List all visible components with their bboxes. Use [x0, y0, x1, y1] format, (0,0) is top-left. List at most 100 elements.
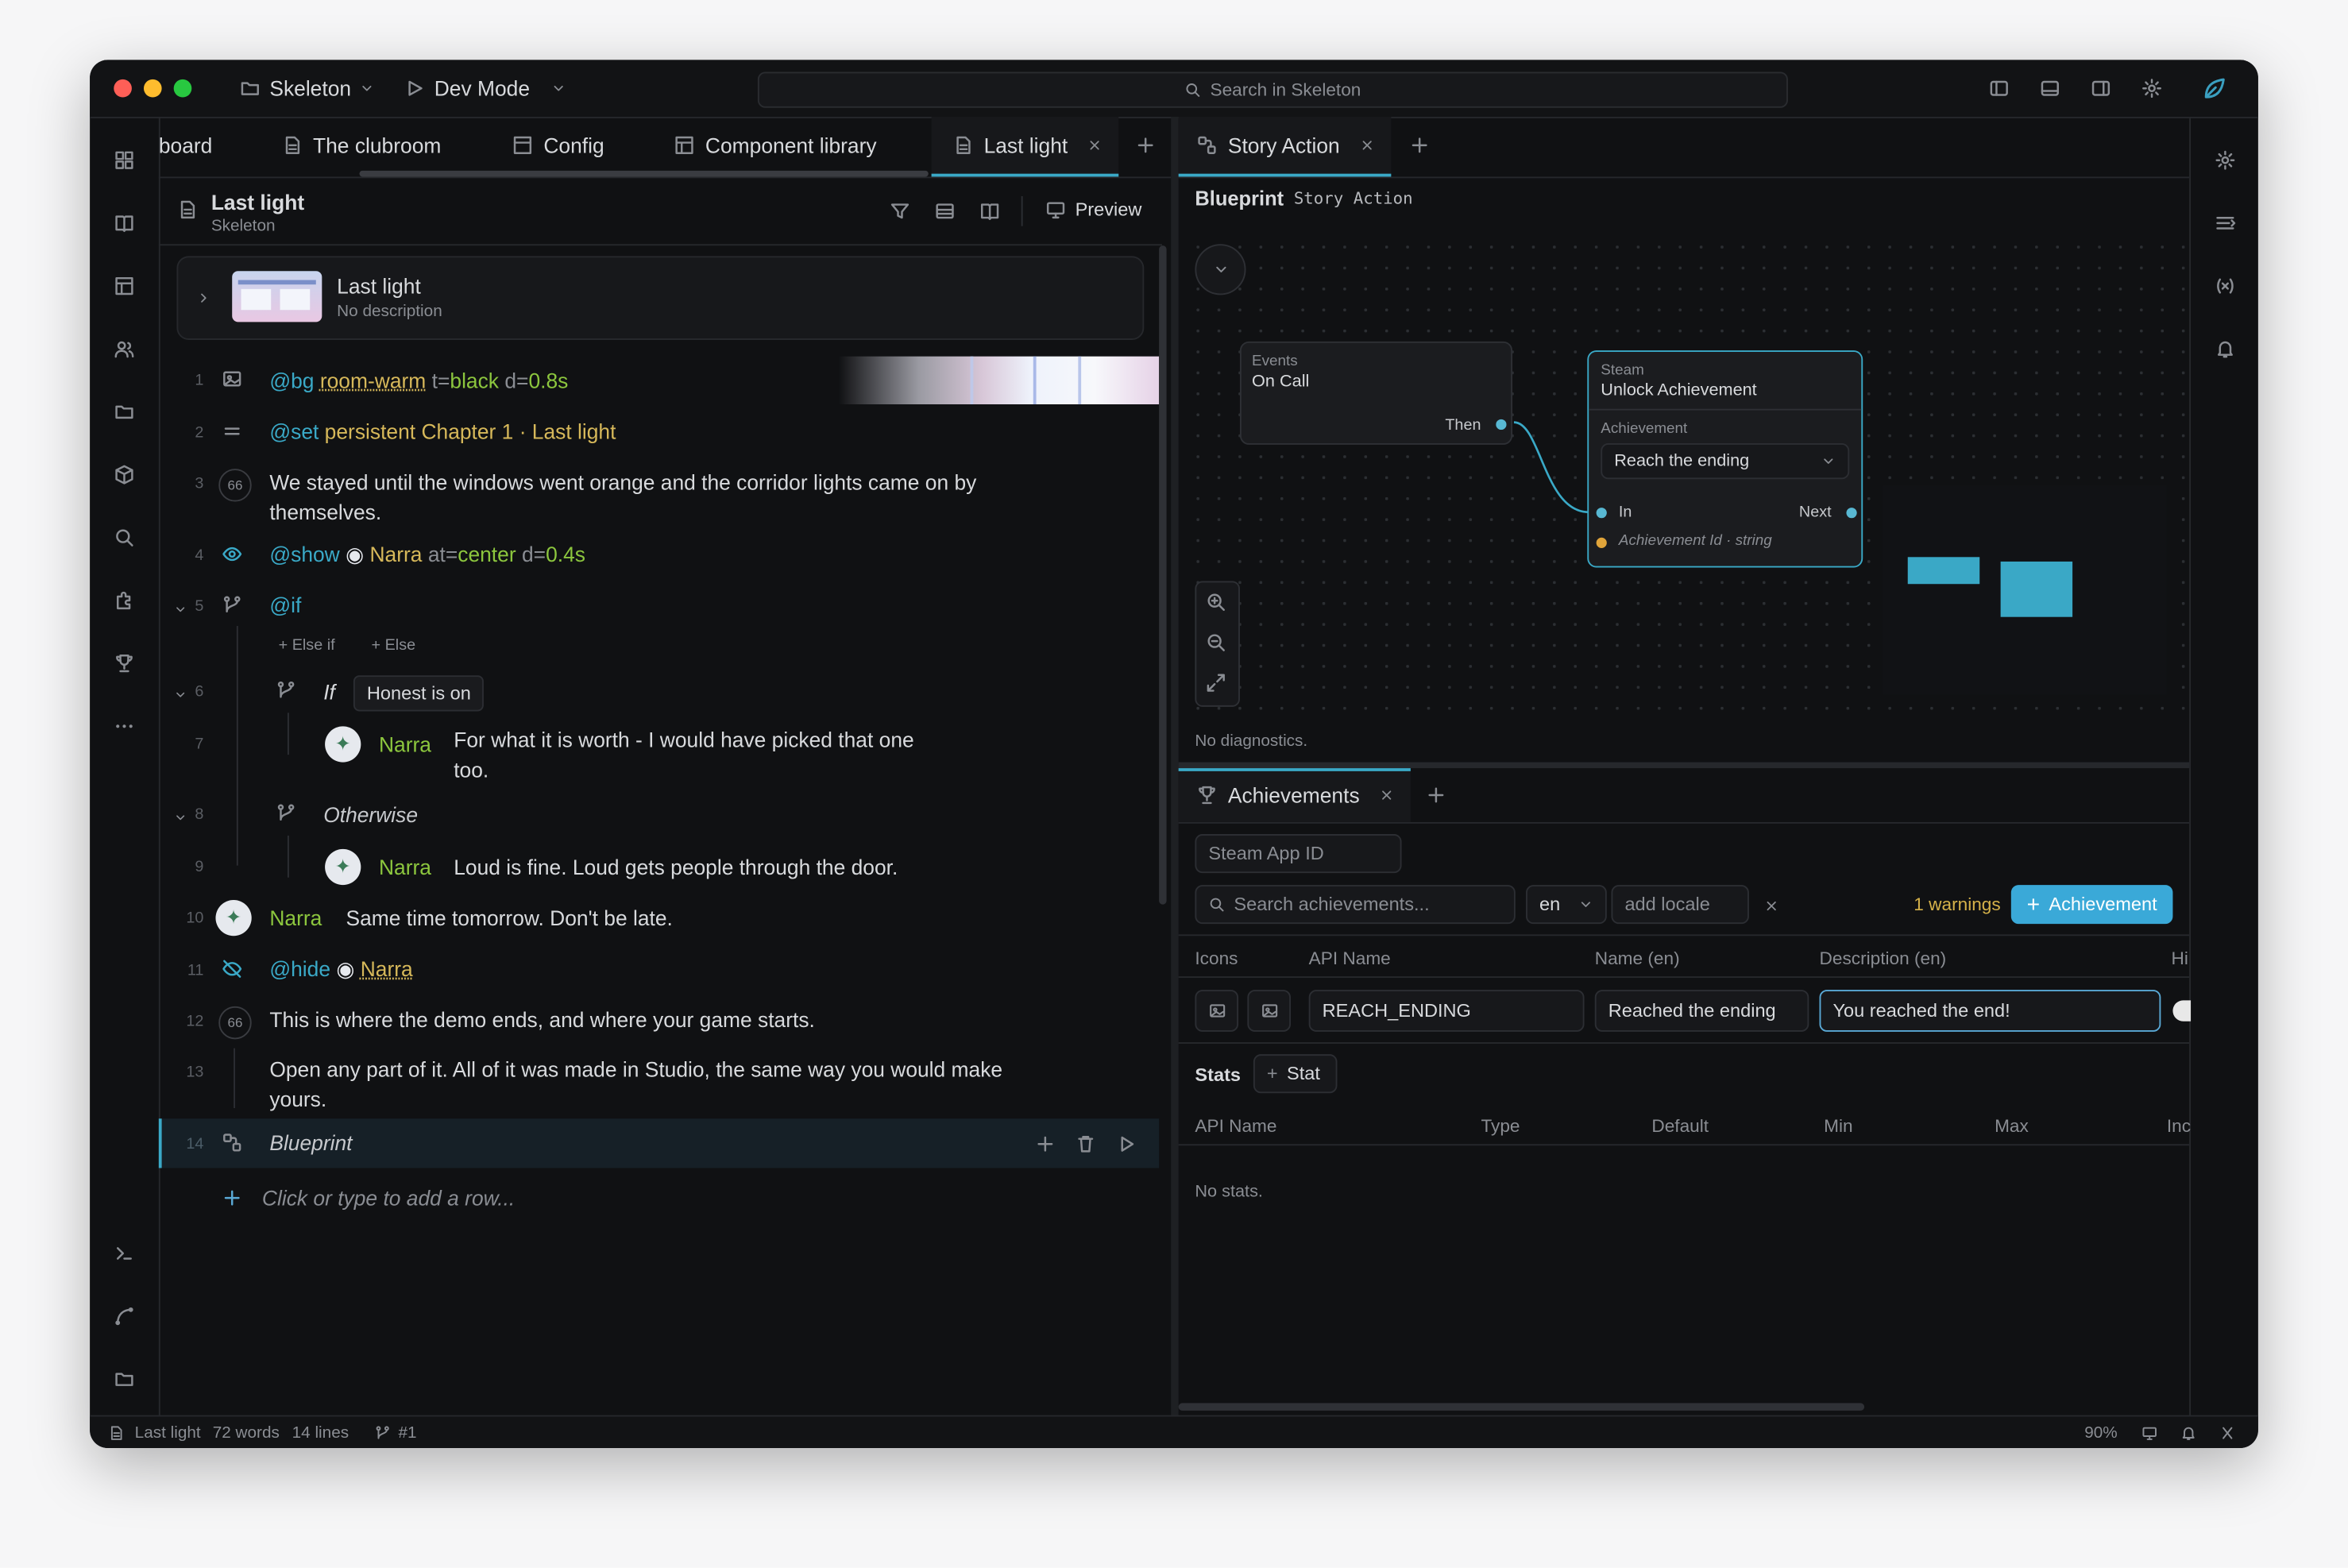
zoom-out-icon[interactable]	[1206, 632, 1226, 653]
narration-text[interactable]: This is where the demo ends, and where y…	[269, 1008, 1018, 1032]
dialogue-text[interactable]: For what it is worth - I would have pick…	[454, 724, 933, 784]
clear-icon[interactable]	[1764, 895, 1779, 916]
puzzle-icon[interactable]	[111, 587, 138, 614]
mode-switcher[interactable]: Dev Mode	[404, 76, 566, 100]
node-on-call[interactable]: Events On Call Then	[1239, 341, 1513, 445]
line-bg-command[interactable]: @bg room-warm t=black d=0.8s	[269, 369, 868, 392]
condition-pill[interactable]: Honest is on	[353, 675, 485, 712]
tab-board[interactable]: board	[159, 123, 213, 168]
layout-icon[interactable]	[111, 272, 138, 299]
package-icon[interactable]	[111, 462, 138, 489]
achievement-select[interactable]: Reach the ending	[1601, 443, 1850, 480]
horizontal-scrollbar[interactable]	[1178, 1403, 1865, 1411]
tab-achievements[interactable]: Achievements	[1196, 773, 1394, 818]
list-icon[interactable]	[934, 201, 955, 222]
add-locale-input[interactable]: add locale	[1611, 885, 1749, 925]
pane-splitter[interactable]	[1171, 117, 1179, 1415]
icon-upload-button[interactable]	[1195, 990, 1239, 1032]
project-switcher[interactable]: Skeleton	[240, 76, 376, 100]
folder-icon[interactable]	[111, 398, 138, 425]
play-icon[interactable]	[1115, 1134, 1136, 1154]
pin-achievement-id[interactable]	[1596, 537, 1607, 548]
line-hide-command[interactable]: @hide ◉ Narra	[269, 957, 1272, 983]
tab-story-action[interactable]: Story Action	[1196, 123, 1374, 168]
node-unlock-achievement[interactable]: Steam Unlock Achievement Achievement Rea…	[1587, 350, 1863, 568]
add-stat-button[interactable]: + Stat	[1253, 1054, 1338, 1094]
fit-view-icon[interactable]	[1206, 672, 1226, 693]
close-icon[interactable]	[1379, 785, 1394, 805]
bell-icon[interactable]	[2211, 335, 2238, 362]
narration-text[interactable]: We stayed until the windows went orange …	[269, 467, 988, 527]
dialogue-text[interactable]: Same time tomorrow. Don't be late.	[346, 906, 975, 930]
blueprint-canvas[interactable]: Events On Call Then Steam Unlock Achieve…	[1178, 227, 2190, 722]
doc-card[interactable]: Last light No description	[176, 256, 1145, 340]
add-icon[interactable]	[1035, 1134, 1056, 1154]
book-icon[interactable]	[111, 210, 138, 237]
close-window-button[interactable]	[114, 79, 132, 98]
pin-in[interactable]	[1596, 508, 1607, 519]
tab-scrollbar[interactable]	[359, 170, 929, 177]
users-icon[interactable]	[111, 335, 138, 362]
background-name[interactable]: room-warm	[320, 369, 426, 392]
api-name-input[interactable]: REACH_ENDING	[1308, 990, 1585, 1032]
line-show-command[interactable]: @show ◉ Narra at=center d=0.4s	[269, 542, 1272, 567]
book-icon[interactable]	[979, 201, 1000, 222]
steam-app-id-input[interactable]: Steam App ID	[1195, 834, 1402, 874]
add-else-if-button[interactable]: + Else if	[279, 636, 335, 655]
search-icon[interactable]	[111, 524, 138, 551]
bottom-panel-toggle-icon[interactable]	[2040, 78, 2060, 98]
new-tab-icon[interactable]	[1409, 135, 1430, 156]
editor-scrollbar[interactable]	[1159, 245, 1167, 905]
add-else-button[interactable]: + Else	[372, 636, 416, 655]
line-set-command[interactable]: @set persistent Chapter 1 · Last light	[269, 419, 1272, 443]
zoom-in-icon[interactable]	[1206, 592, 1226, 612]
tab-last-light[interactable]: Last light	[952, 123, 1103, 168]
terminal-icon[interactable]	[111, 1240, 138, 1267]
pin-next[interactable]	[1846, 508, 1857, 519]
bell-icon[interactable]	[2180, 1423, 2197, 1443]
icon-locked-upload-button[interactable]	[1247, 990, 1292, 1032]
line-if-command[interactable]: @if	[269, 593, 1272, 617]
gear-icon[interactable]	[2141, 78, 2162, 98]
tab-the-clubroom[interactable]: The clubroom	[281, 123, 441, 168]
dashboard-icon[interactable]	[111, 147, 138, 174]
filter-icon[interactable]	[890, 201, 910, 222]
add-row-input[interactable]: Click or type to add a row...	[262, 1186, 712, 1210]
canvas-collapse-button[interactable]	[1195, 244, 1246, 295]
help-icon[interactable]	[2219, 1423, 2236, 1443]
outline-icon[interactable]	[2211, 210, 2238, 237]
new-tab-icon[interactable]	[1135, 135, 1156, 156]
monitor-icon[interactable]	[2141, 1423, 2158, 1443]
trophy-icon[interactable]	[111, 650, 138, 677]
pin-then[interactable]	[1496, 419, 1507, 431]
maximize-window-button[interactable]	[173, 79, 192, 98]
settings-icon[interactable]	[2211, 147, 2238, 174]
status-zoom[interactable]: 90%	[2084, 1424, 2118, 1442]
warnings-count[interactable]: 1 warnings	[1914, 894, 2000, 914]
chevron-right-icon[interactable]	[196, 288, 211, 308]
tab-config[interactable]: Config	[512, 123, 604, 168]
global-search-input[interactable]: Search in Skeleton	[757, 71, 1788, 108]
minimize-window-button[interactable]	[143, 79, 162, 98]
add-achievement-button[interactable]: + Achievement	[2010, 885, 2173, 925]
new-tab-icon[interactable]	[1426, 785, 1446, 805]
add-row-icon[interactable]	[222, 1188, 242, 1208]
curve-icon[interactable]	[111, 1303, 138, 1330]
horizontal-splitter[interactable]	[1178, 762, 2190, 769]
left-panel-toggle-icon[interactable]	[1989, 78, 2010, 98]
search-achievements-input[interactable]: Search achievements...	[1195, 885, 1516, 925]
tab-component-library[interactable]: Component library	[674, 123, 877, 168]
right-panel-toggle-icon[interactable]	[2091, 78, 2111, 98]
description-input[interactable]: You reached the end!	[1819, 990, 2161, 1032]
trash-icon[interactable]	[1076, 1134, 1096, 1154]
close-icon[interactable]	[1087, 135, 1103, 156]
hidden-toggle[interactable]	[2172, 1000, 2192, 1022]
narration-text[interactable]: Open any part of it. All of it was made …	[269, 1054, 1018, 1114]
locale-select[interactable]: en	[1526, 885, 1607, 925]
name-input[interactable]: Reached the ending	[1594, 990, 1809, 1032]
status-branch[interactable]: #1	[398, 1424, 416, 1442]
close-icon[interactable]	[1359, 135, 1374, 156]
dialogue-text[interactable]: Loud is fine. Loud gets people through t…	[454, 855, 1083, 879]
more-icon[interactable]	[111, 713, 138, 740]
character-name[interactable]: Narra	[361, 957, 413, 981]
